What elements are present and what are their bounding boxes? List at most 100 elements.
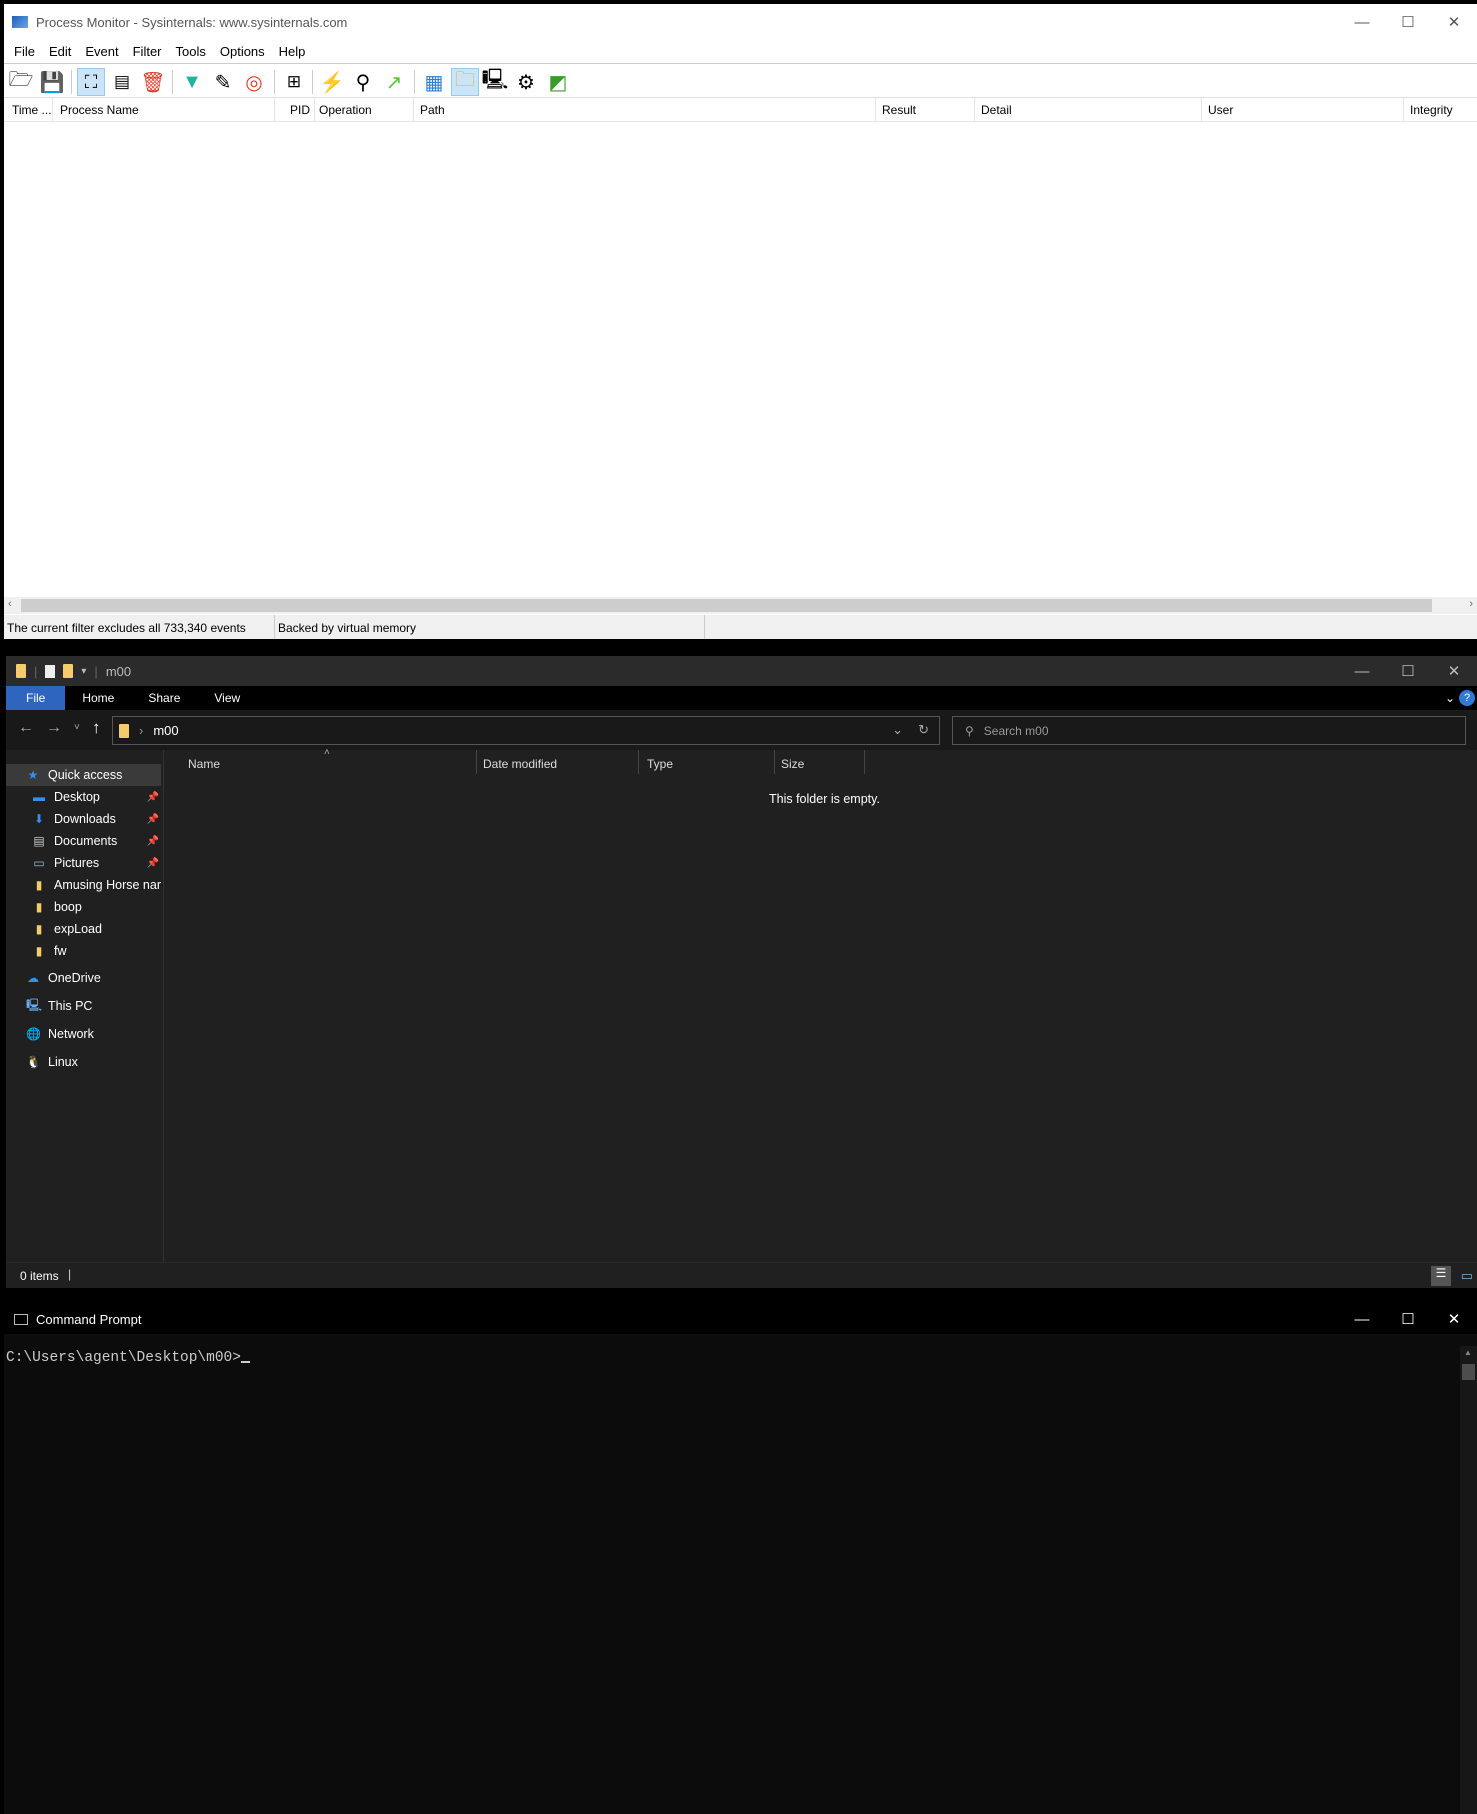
filter-icon[interactable]: ▼ <box>178 68 206 96</box>
menu-tools[interactable]: Tools <box>171 44 215 59</box>
column-name[interactable]: Name <box>188 757 220 771</box>
capture-icon[interactable]: ⛶ <box>77 68 105 96</box>
column-operation[interactable]: Operation <box>319 103 372 117</box>
properties-icon[interactable] <box>45 664 56 678</box>
column-process-name[interactable]: Process Name <box>60 103 139 117</box>
menu-edit[interactable]: Edit <box>44 44 80 59</box>
column-date-modified[interactable]: Date modified <box>483 757 557 771</box>
refresh-icon[interactable]: ↻ <box>918 722 929 738</box>
folder-icon <box>119 723 129 738</box>
pin-icon: 📌 <box>146 813 159 825</box>
network-activity-icon[interactable]: 🖳 <box>481 68 509 96</box>
process-tree-icon[interactable]: ⊞ <box>280 68 308 96</box>
column-type[interactable]: Type <box>647 757 673 771</box>
menu-file[interactable]: File <box>9 44 44 59</box>
procmon-app-icon <box>12 16 28 28</box>
highlight-icon[interactable]: ✎ <box>209 68 237 96</box>
network-icon: 🌐 <box>26 1027 41 1041</box>
sidebar-item-linux[interactable]: 🐧 Linux <box>6 1051 161 1073</box>
details-view-icon[interactable]: ☰ <box>1431 1266 1451 1286</box>
close-button[interactable]: ✕ <box>1431 656 1477 686</box>
registry-activity-icon[interactable]: ▦ <box>420 68 448 96</box>
maximize-button[interactable]: ☐ <box>1385 4 1431 40</box>
sidebar-item-desktop[interactable]: ▬ Desktop 📌 <box>6 786 161 808</box>
sidebar-item-quick-access[interactable]: ★ Quick access <box>6 764 161 786</box>
memory-status: Backed by virtual memory <box>278 621 417 635</box>
address-dropdown-icon[interactable]: ⌄ <box>892 722 903 738</box>
close-button[interactable]: ✕ <box>1431 4 1477 40</box>
target-icon[interactable]: ◎ <box>240 68 268 96</box>
sidebar-item-label: Documents <box>54 834 118 848</box>
title-bar: Command Prompt — ☐ ✕ <box>4 1304 1477 1334</box>
column-integrity[interactable]: Integrity <box>1410 103 1453 117</box>
sidebar-item-onedrive[interactable]: ☁ OneDrive <box>6 967 161 989</box>
tab-view[interactable]: View <box>197 686 257 710</box>
search-input[interactable]: ⚲ Search m00 <box>952 716 1466 745</box>
horizontal-scrollbar[interactable]: ‹ › <box>4 597 1477 614</box>
menu-event[interactable]: Event <box>80 44 127 59</box>
back-icon[interactable]: ← <box>18 719 34 737</box>
up-icon[interactable]: ↑ <box>92 718 101 738</box>
events-icon[interactable]: ⚡ <box>318 68 346 96</box>
customize-quick-access-icon[interactable]: ▾ <box>81 666 86 677</box>
maximize-button[interactable]: ☐ <box>1385 656 1431 686</box>
address-bar[interactable]: › m00 ⌄ ↻ <box>112 716 940 745</box>
autoscroll-icon[interactable]: ▤ <box>108 68 136 96</box>
menu-options[interactable]: Options <box>215 44 274 59</box>
sidebar-item-documents[interactable]: ▤ Documents 📌 <box>6 830 161 852</box>
sidebar-item-label: Quick access <box>48 768 123 782</box>
recent-locations-icon[interactable]: ˅ <box>74 722 80 733</box>
pin-icon: 📌 <box>146 835 159 847</box>
column-detail[interactable]: Detail <box>981 103 1012 117</box>
sidebar-item-network[interactable]: 🌐 Network <box>6 1023 161 1045</box>
computer-icon: 🖳 <box>26 997 43 1012</box>
tab-share[interactable]: Share <box>131 686 197 710</box>
minimize-button[interactable]: — <box>1339 656 1385 686</box>
minimize-button[interactable]: — <box>1339 1304 1385 1334</box>
clear-icon[interactable]: 🗑 <box>139 68 167 96</box>
tab-file[interactable]: File <box>6 686 66 710</box>
navigation-bar: ← → ˅ ↑ › m00 ⌄ ↻ ⚲ Search m00 <box>6 710 1477 750</box>
tab-home[interactable]: Home <box>65 686 131 710</box>
expand-ribbon-icon[interactable]: ⌄ <box>1445 686 1455 710</box>
sidebar-item-boop[interactable]: ▮ boop <box>6 896 161 918</box>
column-pid[interactable]: PID <box>290 103 310 117</box>
sidebar-item-fw[interactable]: ▮ fw <box>6 940 161 962</box>
console-output[interactable]: C:\Users\agent\Desktop\m00> <box>6 1350 250 1366</box>
new-folder-icon[interactable] <box>63 664 74 678</box>
title-bar: Process Monitor - Sysinternals: www.sysi… <box>4 4 1477 40</box>
column-user[interactable]: User <box>1208 103 1233 117</box>
pin-icon: 📌 <box>146 857 159 869</box>
profiling-activity-icon[interactable]: ◩ <box>544 68 572 96</box>
open-icon[interactable]: 🗁 <box>7 68 35 96</box>
column-result[interactable]: Result <box>882 103 916 117</box>
prompt-text: C:\Users\agent\Desktop\m00> <box>6 1350 241 1366</box>
close-button[interactable]: ✕ <box>1431 1304 1477 1334</box>
jump-icon[interactable]: ↗ <box>380 68 408 96</box>
sidebar-item-downloads[interactable]: ⬇ Downloads 📌 <box>6 808 161 830</box>
find-icon[interactable]: ⚲ <box>349 68 377 96</box>
column-path[interactable]: Path <box>420 103 445 117</box>
sidebar-item-label: Desktop <box>54 790 100 804</box>
menu-help[interactable]: Help <box>274 44 315 59</box>
column-size[interactable]: Size <box>781 757 804 771</box>
minimize-button[interactable]: — <box>1339 4 1385 40</box>
sidebar-item-amusing-horse-nar[interactable]: ▮ Amusing Horse nar <box>6 874 161 896</box>
maximize-button[interactable]: ☐ <box>1385 1304 1431 1334</box>
forward-icon[interactable]: → <box>46 719 62 737</box>
vertical-scrollbar[interactable]: ▲ <box>1460 1346 1477 1814</box>
file-activity-icon[interactable]: 🗀 <box>451 68 479 96</box>
sidebar-item-label: Amusing Horse nar <box>54 878 161 892</box>
process-activity-icon[interactable]: ⚙ <box>512 68 540 96</box>
save-icon[interactable]: 💾 <box>38 68 66 96</box>
linux-icon: 🐧 <box>26 1055 41 1069</box>
help-icon[interactable]: ? <box>1459 690 1475 706</box>
menu-bar: File Edit Event Filter Tools Options Help <box>4 40 1477 64</box>
large-icons-view-icon[interactable]: ▭ <box>1461 1268 1473 1284</box>
sidebar-item-this-pc[interactable]: 🖳 This PC <box>6 995 161 1017</box>
document-icon: ▤ <box>33 834 45 848</box>
column-time[interactable]: Time ... <box>12 103 52 117</box>
menu-filter[interactable]: Filter <box>128 44 171 59</box>
sidebar-item-expload[interactable]: ▮ expLoad <box>6 918 161 940</box>
sidebar-item-pictures[interactable]: ▭ Pictures 📌 <box>6 852 161 874</box>
